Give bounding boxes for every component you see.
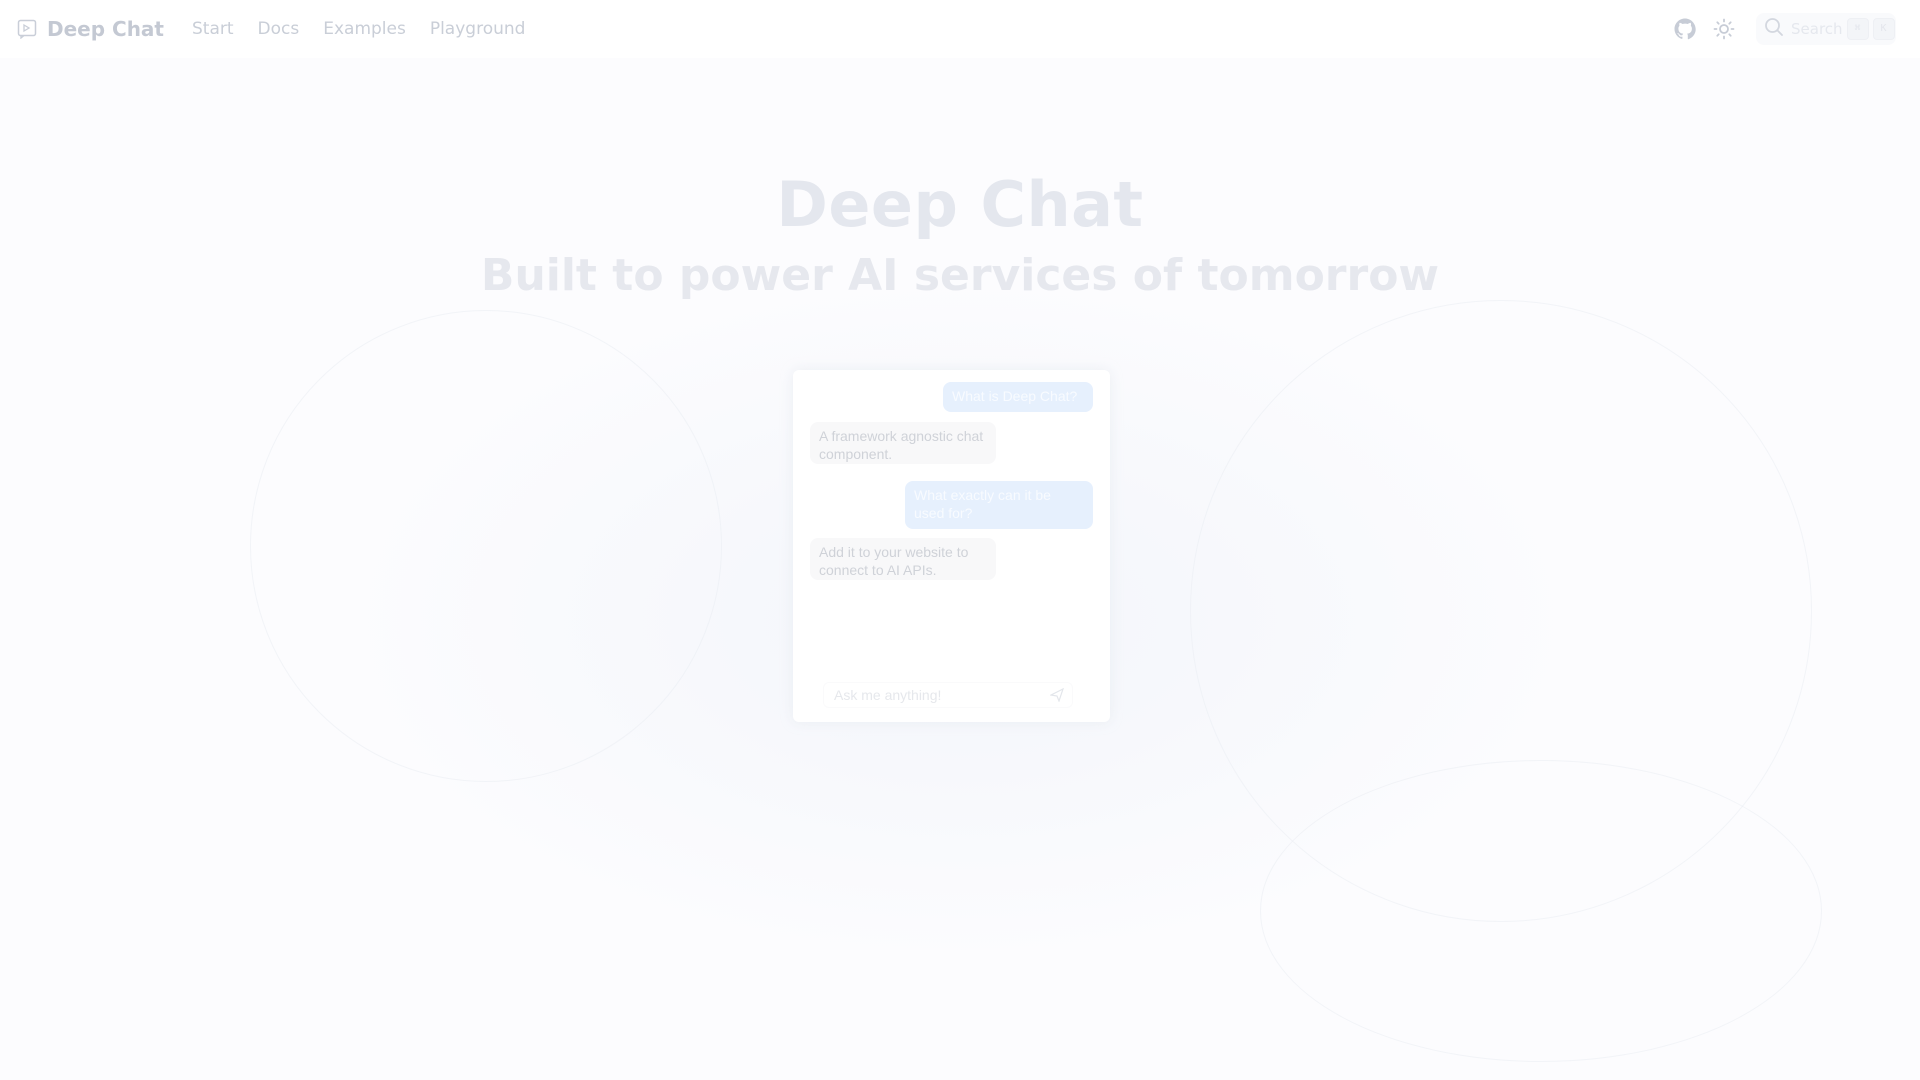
brand-link[interactable]: Deep Chat (17, 17, 164, 41)
shortcut-key: K (1872, 18, 1895, 40)
chat-component: What is Deep Chat? A framework agnostic … (793, 370, 1110, 722)
nav-link-start[interactable]: Start (192, 19, 234, 39)
search-placeholder: Search (1791, 20, 1843, 38)
ai-message: A framework agnostic chat component. (810, 422, 996, 464)
hero-title: Deep Chat (776, 168, 1144, 241)
top-navbar: Deep Chat Start Docs Examples Playground (0, 0, 1920, 58)
chat-input[interactable]: Ask me anything! (823, 682, 1073, 708)
nav-link-playground[interactable]: Playground (430, 19, 526, 39)
github-icon[interactable] (1672, 16, 1698, 42)
background-decoration (250, 310, 722, 782)
search-shortcut: ⌘ K (1843, 18, 1895, 40)
send-icon[interactable] (1048, 686, 1066, 704)
sun-icon[interactable] (1711, 16, 1737, 42)
shortcut-key: ⌘ (1846, 18, 1869, 40)
hero-subtitle: Built to power AI services of tomorrow (480, 250, 1440, 301)
user-message: What is Deep Chat? (943, 382, 1093, 412)
page: Deep Chat Start Docs Examples Playground (0, 0, 1920, 1080)
search-icon (1764, 17, 1784, 41)
user-message: What exactly can it be used for? (905, 481, 1093, 529)
chat-input-placeholder: Ask me anything! (834, 687, 942, 703)
chat-logo-icon (17, 19, 37, 40)
nav-actions: Search ⌘ K (1672, 0, 1896, 58)
nav-links: Start Docs Examples Playground (192, 19, 549, 39)
background-decoration (1260, 760, 1822, 1062)
search-button[interactable]: Search ⌘ K (1756, 13, 1896, 45)
nav-link-docs[interactable]: Docs (258, 19, 300, 39)
nav-link-examples[interactable]: Examples (323, 19, 406, 39)
brand-name: Deep Chat (47, 17, 164, 41)
ai-message: Add it to your website to connect to AI … (810, 538, 996, 580)
